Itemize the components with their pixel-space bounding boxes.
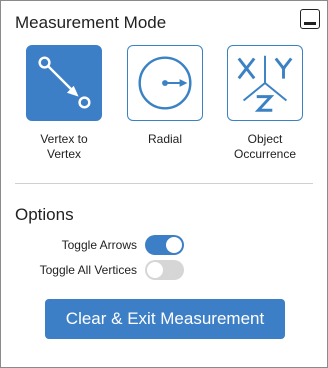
clear-exit-measurement-button[interactable]: Clear & Exit Measurement [45, 299, 285, 339]
toggle-all-vertices-switch[interactable] [145, 260, 184, 280]
mode-label: Object Occurrence [220, 132, 310, 162]
options-title: Options [15, 205, 74, 224]
toggle-knob [166, 237, 182, 253]
mode-object-occurrence[interactable]: Object Occurrence [220, 45, 310, 162]
mode-radial[interactable]: Radial [120, 45, 210, 147]
mode-tile [127, 45, 203, 121]
mode-label-line: Radial [147, 132, 183, 146]
toggle-arrows-row: Toggle Arrows [1, 235, 327, 255]
radial-icon [138, 56, 192, 110]
panel-title: Measurement Mode [15, 13, 167, 32]
xyz-axes-icon [237, 55, 293, 112]
mode-tile [227, 45, 303, 121]
minimize-button[interactable] [300, 9, 320, 29]
toggle-all-vertices-label: Toggle All Vertices [39, 263, 137, 277]
section-divider [15, 183, 313, 184]
mode-label-line: Vertex [46, 147, 82, 161]
toggle-knob [147, 262, 163, 278]
mode-tile [26, 45, 102, 121]
measurement-panel: Measurement Mode Vertex to Vertex Radial… [0, 0, 328, 368]
toggle-arrows-label: Toggle Arrows [61, 238, 137, 252]
mode-label-line: Occurrence [233, 147, 297, 161]
mode-label: Radial [120, 132, 210, 147]
mode-label-line: Object [247, 132, 283, 146]
mode-vertex-to-vertex[interactable]: Vertex to Vertex [19, 45, 109, 162]
toggle-arrows-switch[interactable] [145, 235, 184, 255]
mode-label-line: Vertex to [40, 132, 88, 146]
minimize-icon [304, 22, 316, 25]
mode-label: Vertex to Vertex [19, 132, 109, 162]
toggle-all-vertices-row: Toggle All Vertices [1, 260, 327, 280]
vertex-to-vertex-icon [38, 56, 91, 109]
